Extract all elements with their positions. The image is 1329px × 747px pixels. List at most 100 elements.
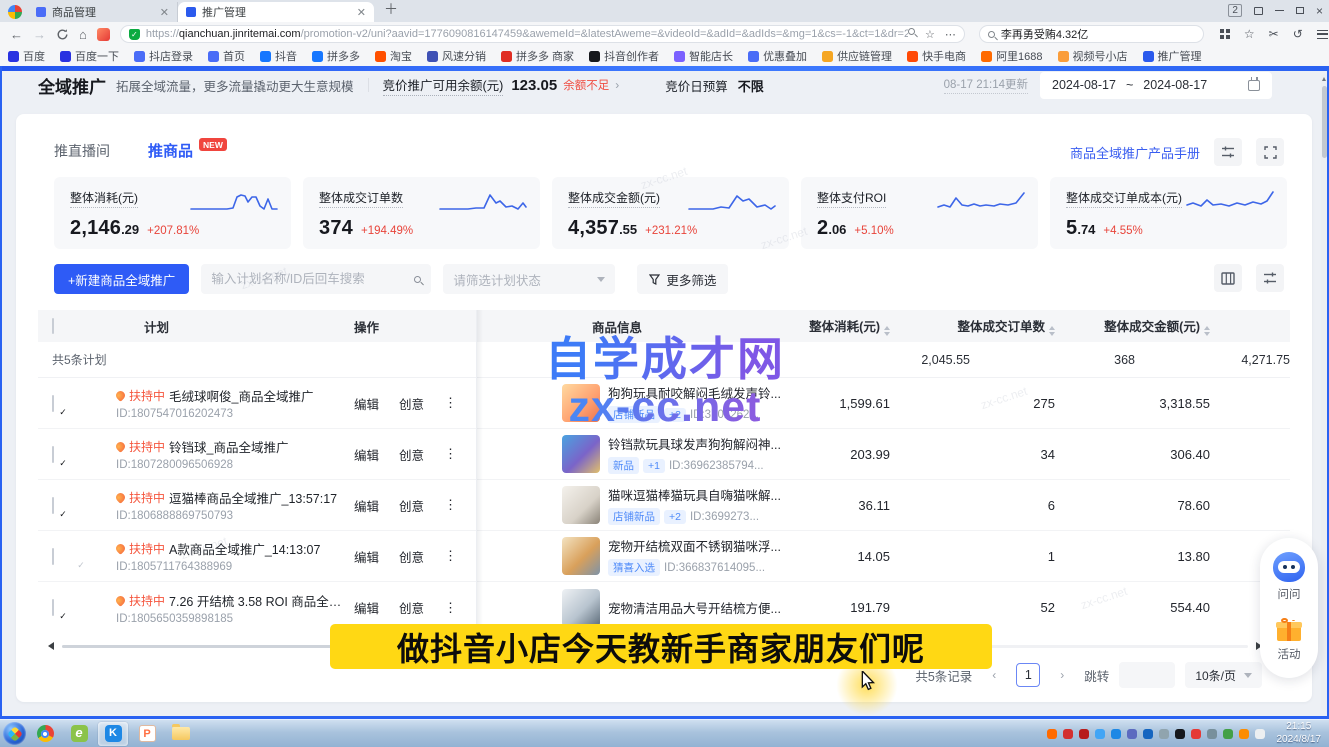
- menu-icon[interactable]: [1317, 30, 1328, 39]
- bookmark-item[interactable]: 百度一下: [60, 48, 119, 64]
- minimize-button[interactable]: [1275, 10, 1284, 12]
- more-menu-icon[interactable]: ⋮: [444, 497, 457, 513]
- plan-name[interactable]: 铃铛球_商品全域推广: [169, 437, 288, 456]
- creative-button[interactable]: 创意: [399, 496, 424, 515]
- bookmark-item[interactable]: 拼多多 商家: [501, 48, 574, 64]
- skin-icon[interactable]: [1254, 7, 1263, 15]
- more-menu-icon[interactable]: ⋮: [444, 548, 457, 564]
- tray-icon[interactable]: [1063, 729, 1073, 739]
- back-button[interactable]: ←: [10, 27, 23, 42]
- tray-icon[interactable]: [1159, 729, 1169, 739]
- tray-icon[interactable]: [1175, 729, 1185, 739]
- ask-label[interactable]: 问问: [1278, 586, 1301, 602]
- tray-icon[interactable]: [1239, 729, 1249, 739]
- tray-icon[interactable]: [1079, 729, 1089, 739]
- row-checkbox[interactable]: [52, 497, 54, 514]
- edit-button[interactable]: 编辑: [354, 496, 379, 515]
- metric-settings-button[interactable]: [1214, 138, 1242, 166]
- tab-live-room[interactable]: 推直播间: [54, 141, 110, 161]
- product-name[interactable]: 宠物清洁用品大号开结梳方便...: [608, 602, 781, 616]
- assistant-robot-icon[interactable]: [1273, 552, 1305, 582]
- edit-button[interactable]: 编辑: [354, 394, 379, 413]
- bookmark-item[interactable]: 推广管理: [1143, 48, 1202, 64]
- product-name[interactable]: 猫咪逗猫棒猫玩具自嗨猫咪解...: [608, 489, 781, 503]
- plan-name[interactable]: A款商品全域推广_14:13:07: [169, 539, 320, 558]
- bookmark-item[interactable]: 抖音创作者: [589, 48, 659, 64]
- creative-button[interactable]: 创意: [399, 445, 424, 464]
- more-menu-icon[interactable]: ⋮: [444, 600, 457, 616]
- bookmark-item[interactable]: 百度: [8, 48, 45, 64]
- tab-push-product[interactable]: 推商品: [148, 140, 193, 161]
- home-icon[interactable]: ⌂: [79, 27, 87, 42]
- bookmark-item[interactable]: 快手电商: [907, 48, 966, 64]
- tray-icon[interactable]: [1255, 729, 1265, 739]
- creative-button[interactable]: 创意: [399, 394, 424, 413]
- product-tag-more[interactable]: +2: [664, 510, 686, 524]
- balance-chevron-icon[interactable]: ›: [615, 78, 619, 92]
- gift-icon[interactable]: [1276, 618, 1302, 642]
- apps-grid-icon[interactable]: [1220, 29, 1230, 39]
- bookmark-item[interactable]: 视频号小店: [1058, 48, 1128, 64]
- plan-name[interactable]: 毛绒球啊俊_商品全域推广: [169, 386, 313, 405]
- tray-icon[interactable]: [1223, 729, 1233, 739]
- current-page[interactable]: 1: [1016, 663, 1040, 687]
- activity-label[interactable]: 活动: [1278, 646, 1301, 662]
- product-tag-more[interactable]: +1: [643, 459, 665, 473]
- bookmark-item[interactable]: 抖店登录: [134, 48, 193, 64]
- taskbar-k-app-icon[interactable]: K: [98, 722, 128, 746]
- more-menu-icon[interactable]: ⋮: [444, 395, 457, 411]
- edit-button[interactable]: 编辑: [354, 598, 379, 617]
- row-checkbox[interactable]: [52, 446, 54, 463]
- tray-icon[interactable]: [1111, 729, 1121, 739]
- screenshot-scissors-icon[interactable]: ✂: [1269, 27, 1279, 41]
- tray-icon[interactable]: [1143, 729, 1153, 739]
- more-menu-icon[interactable]: ⋮: [444, 446, 457, 462]
- creative-button[interactable]: 创意: [399, 598, 424, 617]
- creative-button[interactable]: 创意: [399, 547, 424, 566]
- select-all-checkbox[interactable]: [52, 318, 54, 334]
- bookmark-item[interactable]: 优惠叠加: [748, 48, 807, 64]
- tab-product-management[interactable]: 商品管理 ✕: [28, 2, 178, 22]
- product-name[interactable]: 宠物开结梳双面不锈钢猫咪浮...: [608, 540, 781, 554]
- tray-icon[interactable]: [1127, 729, 1137, 739]
- forward-button[interactable]: →: [33, 27, 46, 42]
- tab-close-icon[interactable]: ✕: [357, 6, 366, 19]
- next-page-button[interactable]: ›: [1050, 663, 1074, 687]
- bookmark-item[interactable]: 抖音: [260, 48, 297, 64]
- row-checkbox[interactable]: [52, 599, 54, 616]
- scroll-up-icon[interactable]: [1322, 77, 1326, 81]
- plan-search-box[interactable]: [201, 264, 431, 294]
- quick-search-input[interactable]: [1001, 28, 1195, 40]
- fullscreen-button[interactable]: [1256, 138, 1284, 166]
- edit-button[interactable]: 编辑: [354, 547, 379, 566]
- status-filter-select[interactable]: 请筛选计划状态: [443, 264, 615, 294]
- plan-name[interactable]: 逗猫棒商品全域推广_13:57:17: [169, 488, 337, 507]
- bookmark-item[interactable]: 供应链管理: [822, 48, 892, 64]
- new-tab-button[interactable]: ＋: [384, 0, 398, 19]
- bookmark-star-icon[interactable]: ☆: [925, 28, 935, 41]
- history-undo-icon[interactable]: ↺: [1293, 27, 1303, 41]
- taskbar-office-icon[interactable]: P: [132, 722, 162, 746]
- plan-name[interactable]: 7.26 开结梳 3.58 ROI 商品全域...: [169, 591, 347, 610]
- address-bar[interactable]: ✓ https://qianchuan.jinritemai.com/promo…: [120, 25, 965, 43]
- start-button[interactable]: [3, 722, 26, 745]
- tray-icon[interactable]: [1095, 729, 1105, 739]
- close-button[interactable]: ×: [1316, 6, 1323, 16]
- product-name[interactable]: 铃铛款玩具球发声狗狗解闷神...: [608, 438, 781, 452]
- tray-icon[interactable]: [1191, 729, 1201, 739]
- tab-close-icon[interactable]: ✕: [160, 6, 169, 19]
- tab-promotion-management[interactable]: 推广管理 ✕: [178, 2, 374, 22]
- bookmark-item[interactable]: 淘宝: [375, 48, 412, 64]
- profile-badge[interactable]: 2: [1228, 4, 1242, 17]
- bookmark-item[interactable]: 智能店长: [674, 48, 733, 64]
- create-campaign-button[interactable]: +新建商品全域推广: [54, 264, 189, 294]
- zoom-icon[interactable]: [908, 28, 915, 35]
- scroll-left-icon[interactable]: [48, 642, 54, 650]
- taskbar-clock[interactable]: 21:15 2024/8/17: [1277, 721, 1322, 746]
- bookmark-item[interactable]: 风速分销: [427, 48, 486, 64]
- bookmark-item[interactable]: 拼多多: [312, 48, 360, 64]
- col-gmv[interactable]: 整体成交金额(元): [1055, 316, 1210, 336]
- page-size-select[interactable]: 10条/页: [1185, 662, 1262, 688]
- bookmark-item[interactable]: 首页: [208, 48, 245, 64]
- more-actions-icon[interactable]: ⋯: [945, 28, 956, 41]
